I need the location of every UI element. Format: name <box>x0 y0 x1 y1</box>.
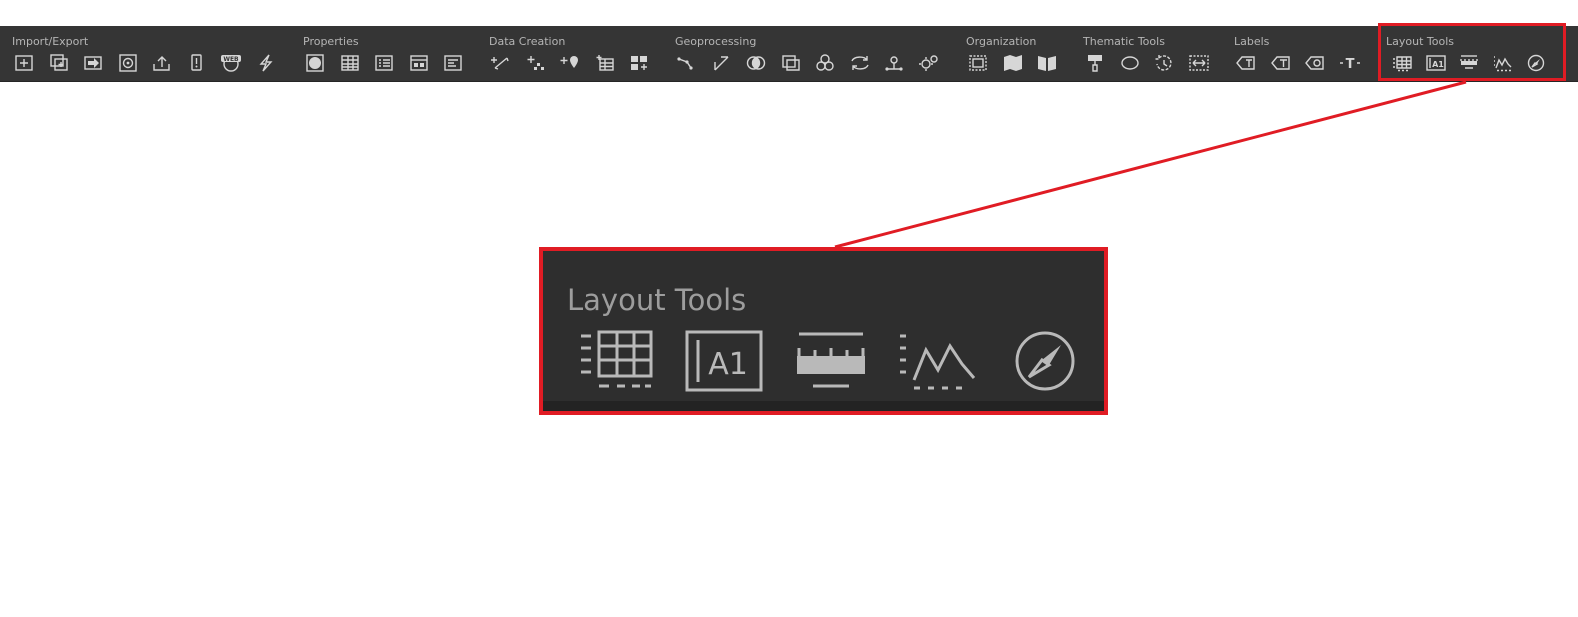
frame-icon[interactable] <box>966 52 990 74</box>
convert-icon[interactable] <box>848 52 872 74</box>
map-book-icon[interactable] <box>1001 52 1025 74</box>
zoom-scale-bar-icon[interactable] <box>791 327 871 395</box>
merge-circles-icon[interactable] <box>813 52 837 74</box>
group-label-geoprocessing: Geoprocessing <box>675 35 757 48</box>
zoom-group-label: Layout Tools <box>567 283 747 317</box>
settings-gears-icon[interactable] <box>917 52 941 74</box>
compass-icon[interactable] <box>1524 52 1548 74</box>
attribute-table-icon[interactable] <box>338 52 362 74</box>
zoom-grid-table-icon[interactable] <box>577 327 657 395</box>
t-glyph: T <box>1345 57 1354 72</box>
group-label-organization: Organization <box>966 35 1037 48</box>
zoom-a1-text: A1 <box>708 347 748 382</box>
mobile-export-icon[interactable] <box>185 52 209 74</box>
ellipse-icon[interactable] <box>1118 52 1142 74</box>
zoom-bottom-edge <box>543 401 1104 411</box>
layout-tools-zoom-callout: Layout Tools A1 <box>539 247 1108 415</box>
add-label-icon[interactable] <box>1234 52 1258 74</box>
book-icon[interactable] <box>1035 52 1059 74</box>
chart-icon[interactable] <box>1491 52 1515 74</box>
group-label-properties: Properties <box>303 35 359 48</box>
web-badge: WEB <box>223 56 239 63</box>
symbology-brush-icon[interactable] <box>1083 52 1107 74</box>
text-tool-icon[interactable]: T <box>1338 52 1362 74</box>
text-label-icon[interactable] <box>1269 52 1293 74</box>
lightning-icon[interactable] <box>254 52 278 74</box>
group-label-import-export: Import/Export <box>12 35 89 48</box>
new-table-icon[interactable] <box>593 52 617 74</box>
clip-icon[interactable] <box>779 52 803 74</box>
create-features-icon[interactable] <box>489 52 513 74</box>
add-layers-icon[interactable] <box>47 52 71 74</box>
gps-target-icon[interactable] <box>116 52 140 74</box>
scale-bar-icon[interactable] <box>1457 52 1481 74</box>
network-icon[interactable] <box>882 52 906 74</box>
details-icon[interactable] <box>441 52 465 74</box>
a1-cell-icon[interactable]: A1 <box>1424 52 1448 74</box>
add-points-icon[interactable] <box>524 52 548 74</box>
intersect-icon[interactable] <box>744 52 768 74</box>
globe-properties-icon[interactable] <box>303 52 327 74</box>
toolbar-ribbon: Import/Export WEB Properties Data Creati… <box>0 26 1578 82</box>
upload-icon[interactable] <box>150 52 174 74</box>
add-field-icon[interactable] <box>627 52 651 74</box>
group-label-thematic-tools: Thematic Tools <box>1083 35 1165 48</box>
zoom-compass-icon[interactable] <box>1005 327 1085 395</box>
a1-text: A1 <box>1432 60 1444 69</box>
label-settings-icon[interactable] <box>1303 52 1327 74</box>
extent-icon[interactable] <box>1187 52 1211 74</box>
metadata-icon[interactable] <box>407 52 431 74</box>
import-icon[interactable] <box>81 52 105 74</box>
grid-table-icon[interactable] <box>1390 52 1414 74</box>
group-label-data-creation: Data Creation <box>489 35 566 48</box>
add-data-icon[interactable] <box>12 52 36 74</box>
zoom-chart-icon[interactable] <box>898 327 978 395</box>
group-label-layout-tools: Layout Tools <box>1386 35 1454 48</box>
add-location-icon[interactable] <box>558 52 582 74</box>
line-tool-icon[interactable] <box>710 52 734 74</box>
polyline-icon[interactable] <box>675 52 699 74</box>
web-map-icon[interactable]: WEB <box>219 52 243 74</box>
rotate-icon[interactable] <box>1152 52 1176 74</box>
zoom-a1-cell-icon[interactable]: A1 <box>684 327 764 395</box>
group-label-labels: Labels <box>1234 35 1270 48</box>
list-properties-icon[interactable] <box>372 52 396 74</box>
